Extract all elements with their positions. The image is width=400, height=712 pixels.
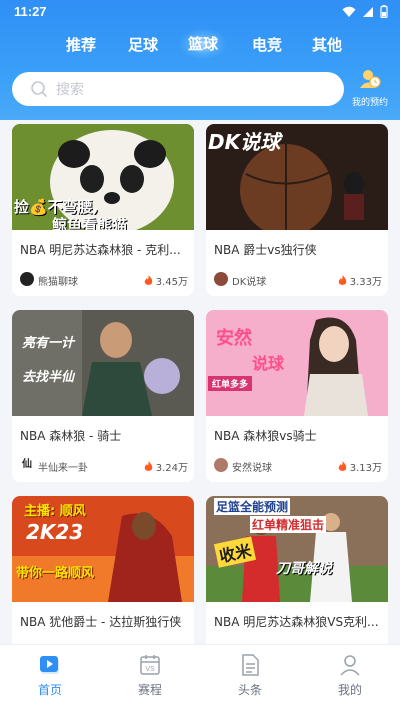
status-time: 11:27 bbox=[14, 4, 47, 19]
heat-count: 3.33万 bbox=[338, 273, 382, 288]
search-placeholder: 搜索 bbox=[56, 82, 84, 98]
thumbnail-caption: 去找半仙 bbox=[22, 370, 75, 385]
wifi-icon bbox=[342, 6, 356, 17]
thumbnail-caption: 带你一路顺风 bbox=[16, 566, 95, 581]
avatar: 仙 bbox=[20, 458, 34, 472]
signal-icon bbox=[363, 6, 373, 17]
video-title: NBA 爵士vs独行侠 bbox=[214, 243, 317, 257]
schedule-icon: VS bbox=[140, 655, 160, 675]
video-title: NBA 森林狼 - 骑士 bbox=[20, 429, 122, 443]
my-reservation-button[interactable]: 我的预约 bbox=[346, 68, 394, 108]
reservation-icon bbox=[360, 70, 381, 88]
tabbar-label: 我的 bbox=[337, 683, 362, 697]
author-name: 半仙来一卦 bbox=[38, 463, 88, 474]
video-thumbnail: DK说球 bbox=[206, 124, 388, 230]
video-card[interactable]: DK说球 NBA 爵士vs独行侠 DK说球 3.33万 bbox=[206, 124, 388, 296]
tab-other[interactable]: 其他 bbox=[312, 34, 342, 55]
tab-football[interactable]: 足球 bbox=[128, 34, 158, 55]
thumbnail-caption: 说球 bbox=[252, 354, 285, 373]
video-card[interactable]: 足篮全能预测 红单精准狙击 收米 刀哥解说 NBA 明尼苏达森林狼VS克利... bbox=[206, 496, 388, 644]
tabbar-label: 赛程 bbox=[137, 683, 162, 697]
avatar bbox=[20, 272, 34, 286]
video-meta: 熊猫聊球 3.45万 bbox=[20, 272, 188, 288]
category-tabs: 推荐 足球 篮球 电竞 其他 bbox=[0, 28, 400, 60]
tab-basketball[interactable]: 篮球 bbox=[178, 28, 228, 60]
video-title: NBA 明尼苏达森林狼VS克利... bbox=[214, 615, 379, 629]
video-thumbnail: 主播: 顺风 2K23 带你一路顺风 bbox=[12, 496, 194, 602]
thumbnail-caption: DK说球 bbox=[208, 130, 281, 154]
reservation-label: 我的预约 bbox=[351, 98, 388, 108]
heat-count: 3.24万 bbox=[144, 459, 188, 474]
author-name: 熊猫聊球 bbox=[38, 277, 78, 288]
profile-icon bbox=[340, 655, 360, 676]
battery-icon bbox=[380, 5, 388, 18]
video-grid: 捡💰不弯腰, 鲸鱼看熊猫 NBA 明尼苏达森林狼 - 克利... 熊猫聊球 3.… bbox=[0, 120, 400, 644]
home-icon bbox=[40, 656, 59, 674]
author-name: 安然说球 bbox=[232, 463, 272, 474]
heat-value: 3.24万 bbox=[155, 463, 188, 474]
flame-icon bbox=[144, 461, 152, 471]
heat-value: 3.33万 bbox=[349, 277, 382, 288]
flame-icon bbox=[338, 461, 346, 471]
tabbar-label: 头条 bbox=[237, 683, 262, 697]
video-title: NBA 犹他爵士 - 达拉斯独行侠 bbox=[20, 615, 182, 629]
search-icon bbox=[31, 81, 47, 97]
tab-esports[interactable]: 电竞 bbox=[252, 34, 282, 55]
video-card[interactable]: 主播: 顺风 2K23 带你一路顺风 NBA 犹他爵士 - 达拉斯独行侠 bbox=[12, 496, 194, 644]
thumbnail-caption: 刀哥解说 bbox=[276, 561, 332, 577]
bottom-tab-bar: 首页 VS 赛程 头条 我的 bbox=[0, 644, 400, 712]
flame-icon bbox=[338, 275, 346, 285]
thumbnail-caption: 2K23 bbox=[26, 520, 84, 544]
top-header: 11:27 推荐 足球 篮球 电竞 其他 搜索 我的预约 bbox=[0, 0, 400, 120]
video-thumbnail: 安然 说球 红单多多 bbox=[206, 310, 388, 416]
thumbnail-caption: 安然 bbox=[216, 328, 252, 349]
svg-text:VS: VS bbox=[145, 666, 155, 673]
video-card[interactable]: 安然 说球 红单多多 NBA 森林狼vs骑士 安然说球 3.13万 bbox=[206, 310, 388, 482]
tab-recommend[interactable]: 推荐 bbox=[66, 34, 96, 55]
thumbnail-caption: 主播: 顺风 bbox=[24, 504, 86, 519]
video-card[interactable]: 亮有一计 去找半仙 NBA 森林狼 - 骑士 仙 半仙来一卦 3.24万 bbox=[12, 310, 194, 482]
tabbar-news[interactable]: 头条 bbox=[225, 653, 275, 698]
tab-basketball-label: 篮球 bbox=[187, 35, 218, 53]
status-icons bbox=[342, 5, 388, 18]
news-icon bbox=[242, 654, 259, 676]
thumbnail-caption: 鲸鱼看熊猫 bbox=[52, 216, 128, 230]
tabbar-schedule[interactable]: VS 赛程 bbox=[125, 653, 175, 698]
heat-value: 3.45万 bbox=[155, 277, 188, 288]
video-thumbnail: 捡💰不弯腰, 鲸鱼看熊猫 bbox=[12, 124, 194, 230]
video-title: NBA 明尼苏达森林狼 - 克利... bbox=[20, 243, 181, 257]
video-card[interactable]: 捡💰不弯腰, 鲸鱼看熊猫 NBA 明尼苏达森林狼 - 克利... 熊猫聊球 3.… bbox=[12, 124, 194, 296]
status-bar: 11:27 bbox=[0, 0, 400, 24]
heat-count: 3.45万 bbox=[144, 273, 188, 288]
video-title: NBA 森林狼vs骑士 bbox=[214, 429, 317, 443]
heat-value: 3.13万 bbox=[349, 463, 382, 474]
video-meta: 仙 半仙来一卦 3.24万 bbox=[20, 458, 188, 474]
video-meta: 安然说球 3.13万 bbox=[214, 458, 382, 474]
thumbnail-caption: 足篮全能预测 bbox=[214, 498, 291, 515]
author-name: DK说球 bbox=[232, 277, 267, 288]
thumbnail-caption: 红单多多 bbox=[208, 376, 253, 391]
flame-icon bbox=[144, 275, 152, 285]
thumbnail-caption: 红单精准狙击 bbox=[250, 516, 327, 533]
video-meta: DK说球 3.33万 bbox=[214, 272, 382, 288]
tabbar-label: 首页 bbox=[37, 683, 62, 697]
thumbnail-caption: 亮有一计 bbox=[22, 336, 75, 351]
video-thumbnail: 足篮全能预测 红单精准狙击 收米 刀哥解说 bbox=[206, 496, 388, 602]
tabbar-home[interactable]: 首页 bbox=[25, 653, 75, 698]
video-thumbnail: 亮有一计 去找半仙 bbox=[12, 310, 194, 416]
avatar bbox=[214, 458, 228, 472]
tabbar-profile[interactable]: 我的 bbox=[325, 653, 375, 698]
avatar bbox=[214, 272, 228, 286]
heat-count: 3.13万 bbox=[338, 459, 382, 474]
search-input[interactable]: 搜索 bbox=[12, 72, 344, 106]
